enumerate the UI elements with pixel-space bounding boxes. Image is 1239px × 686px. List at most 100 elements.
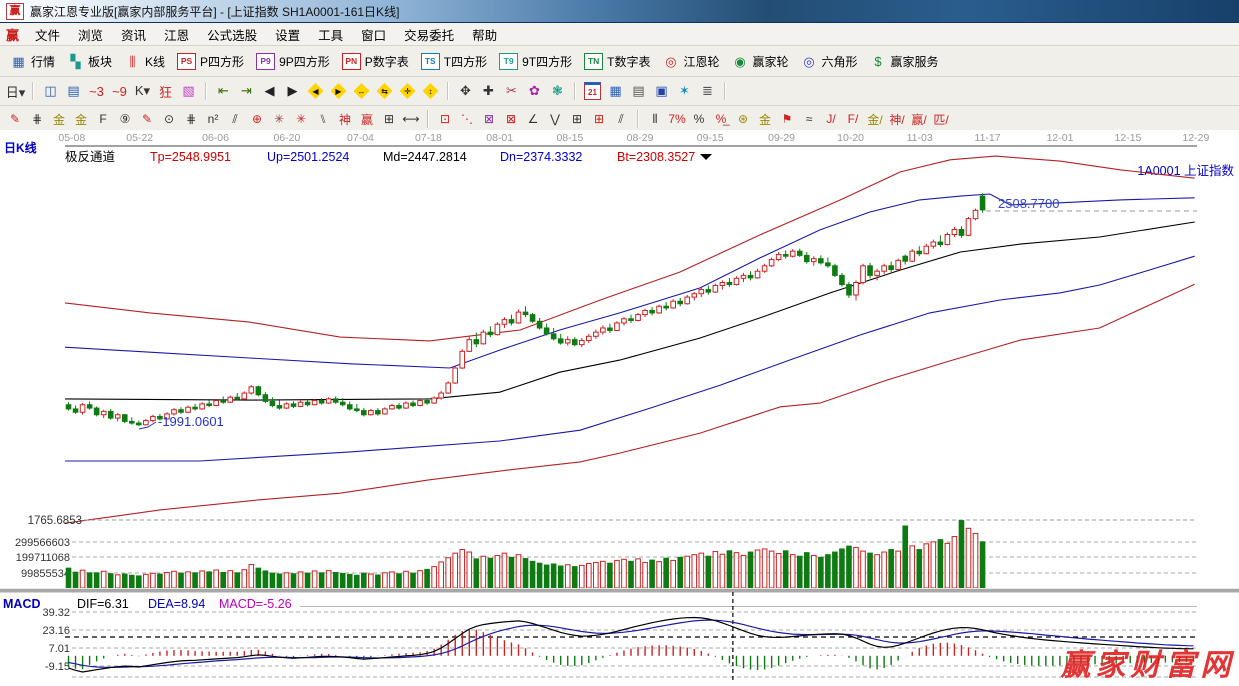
chart-canvas[interactable]: 05-0805-2206-0606-2007-0407-1808-0108-15… (0, 130, 1239, 681)
hexagon-button[interactable]: ◎六角形 (795, 46, 864, 76)
n-square-icon[interactable]: n² (203, 110, 223, 128)
gold-circle-icon[interactable]: ⊛ (733, 110, 753, 128)
menu-item-9[interactable]: 帮助 (464, 23, 505, 46)
wave-tool-icon[interactable]: ≈ (799, 110, 819, 128)
fan-box-red-icon[interactable]: ⊠ (501, 110, 521, 128)
f-grid-icon[interactable]: F (93, 110, 113, 128)
expand-diamond-icon[interactable]: ↔ (351, 81, 372, 101)
vertical-diamond-icon[interactable]: ↕ (420, 81, 441, 101)
menu-item-5[interactable]: 设置 (267, 23, 308, 46)
angle-line-icon[interactable]: ∠ (523, 110, 543, 128)
menu-item-0[interactable]: 文件 (27, 23, 68, 46)
spider-web-icon[interactable]: ✳ (269, 110, 289, 128)
grid-black-icon[interactable]: ⊞ (567, 110, 587, 128)
grid-lines-icon[interactable]: ⋕ (27, 110, 47, 128)
first-page-icon[interactable]: ⇤ (213, 81, 234, 101)
kline-button[interactable]: ⫼K线 (118, 46, 171, 76)
percent-icon[interactable]: % (689, 110, 709, 128)
menu-item-6[interactable]: 工具 (310, 23, 351, 46)
hash-grid-icon[interactable]: ⋕ (181, 110, 201, 128)
pencil-angle-icon[interactable]: ✎ (137, 110, 157, 128)
winner-wheel-button[interactable]: ◉赢家轮 (725, 46, 794, 76)
menu-item-3[interactable]: 江恩 (156, 23, 197, 46)
gold-angle-icon[interactable]: 金/ (865, 110, 885, 128)
t9-square-button[interactable]: T99T四方形 (493, 46, 578, 76)
next-bar-icon[interactable]: ▶ (282, 81, 303, 101)
gann-shape-icon[interactable]: ✿ (524, 81, 545, 101)
pi-angle-icon[interactable]: 匹/ (931, 110, 951, 128)
menu-item-7[interactable]: 窗口 (353, 23, 394, 46)
t-square-button[interactable]: TST四方形 (415, 46, 493, 76)
gold-grid-icon[interactable]: 金 (49, 110, 69, 128)
center-diamond-icon[interactable]: ✛ (397, 81, 418, 101)
grid-red-icon[interactable]: ⊞ (589, 110, 609, 128)
gold-grid2-icon[interactable]: 金 (71, 110, 91, 128)
p-number-button[interactable]: PNP数字表 (336, 46, 415, 76)
f-angle-icon[interactable]: F/ (843, 110, 863, 128)
bar-pair-icon[interactable]: ⑊ (313, 110, 333, 128)
color-chart-icon[interactable]: ▧ (178, 81, 199, 101)
title-bar[interactable]: 赢 赢家江恩专业版[赢家内部服务平台] - [上证指数 SH1A0001-161… (0, 0, 1239, 23)
wave-3-icon[interactable]: ~3 (86, 81, 107, 101)
percent-line-icon[interactable]: %̲ (711, 110, 731, 128)
shift-left-diamond-icon[interactable]: ◀ (305, 81, 326, 101)
box-tool-icon[interactable]: ⊡ (435, 110, 455, 128)
mirror-angle-icon[interactable]: ⫽ (225, 110, 245, 128)
t-number-button[interactable]: TNT数字表 (578, 46, 656, 76)
fan-lines-icon[interactable]: ⋱ (457, 110, 477, 128)
menu-item-1[interactable]: 浏览 (70, 23, 111, 46)
menu-item-8[interactable]: 交易委托 (396, 23, 462, 46)
clock-circle-icon[interactable]: ⊙ (159, 110, 179, 128)
p-square-button[interactable]: PSP四方形 (171, 46, 250, 76)
network-icon[interactable]: ✶ (674, 81, 695, 101)
prev-bar-icon[interactable]: ◀ (259, 81, 280, 101)
ying-grid-icon[interactable]: 赢 (357, 110, 377, 128)
pane-separator (0, 589, 1239, 593)
check-lines-icon[interactable]: ⋁ (545, 110, 565, 128)
spiral-9-icon[interactable]: ⑨ (115, 110, 135, 128)
shift-right-diamond-icon[interactable]: ▶ (328, 81, 349, 101)
notes-icon[interactable]: ▤ (628, 81, 649, 101)
pattern-box-icon[interactable]: 狂 (155, 81, 176, 101)
last-page-icon[interactable]: ⇥ (236, 81, 257, 101)
shen-grid-icon[interactable]: 神 (335, 110, 355, 128)
shen-angle-icon[interactable]: 神/ (887, 110, 907, 128)
slash-lines-icon[interactable]: ⫽ (611, 110, 631, 128)
candle-body (151, 416, 156, 420)
candle-type-dropdown-icon[interactable]: K▾ (132, 81, 153, 101)
percent-7-icon[interactable]: 7% (667, 110, 687, 128)
scissors-icon[interactable]: ✂ (501, 81, 522, 101)
pencil-draw-icon[interactable]: ✎ (5, 110, 25, 128)
computer-icon[interactable]: ≣ (697, 81, 718, 101)
ying-angle-icon[interactable]: 赢/ (909, 110, 929, 128)
j-angle-icon[interactable]: J/ (821, 110, 841, 128)
save-icon[interactable]: ▣ (651, 81, 672, 101)
fan-box-icon[interactable]: ⊠ (479, 110, 499, 128)
calculator-icon[interactable]: ▦ (605, 81, 626, 101)
menu-item-4[interactable]: 公式选股 (199, 23, 265, 46)
menu-item-2[interactable]: 资讯 (113, 23, 154, 46)
gold-line-icon[interactable]: 金 (755, 110, 775, 128)
fractal-icon[interactable]: ❃ (547, 81, 568, 101)
crosshair-icon[interactable]: ✚ (478, 81, 499, 101)
bars-tool-icon[interactable]: ⫴ (645, 110, 665, 128)
candle-body (115, 415, 120, 418)
calendar-icon[interactable]: 21 (582, 81, 603, 101)
compress-diamond-icon[interactable]: ⇆ (374, 81, 395, 101)
width-arrows-icon[interactable]: ⟷ (401, 110, 421, 128)
zoom-window-icon[interactable]: ◫ (40, 81, 61, 101)
wave-9-icon[interactable]: ~9 (109, 81, 130, 101)
compass-cross-icon[interactable]: ⊕ (247, 110, 267, 128)
winner-service-button[interactable]: $赢家服务 (864, 46, 945, 76)
candle-flag-icon[interactable]: ⚑ (777, 110, 797, 128)
spider-web-red-icon[interactable]: ✳ (291, 110, 311, 128)
number-grid-icon[interactable]: ⊞ (379, 110, 399, 128)
quotes-button[interactable]: ▦行情 (4, 46, 61, 76)
pan-hand-icon[interactable]: ✥ (455, 81, 476, 101)
p9-square-button[interactable]: P99P四方形 (250, 46, 336, 76)
sectors-button[interactable]: ▚板块 (61, 46, 118, 76)
volume-bar (769, 551, 774, 588)
kline-style-dropdown-icon[interactable]: 日▾ (5, 81, 26, 101)
gann-wheel-button[interactable]: ◎江恩轮 (656, 46, 725, 76)
info-doc-icon[interactable]: ▤ (63, 81, 84, 101)
